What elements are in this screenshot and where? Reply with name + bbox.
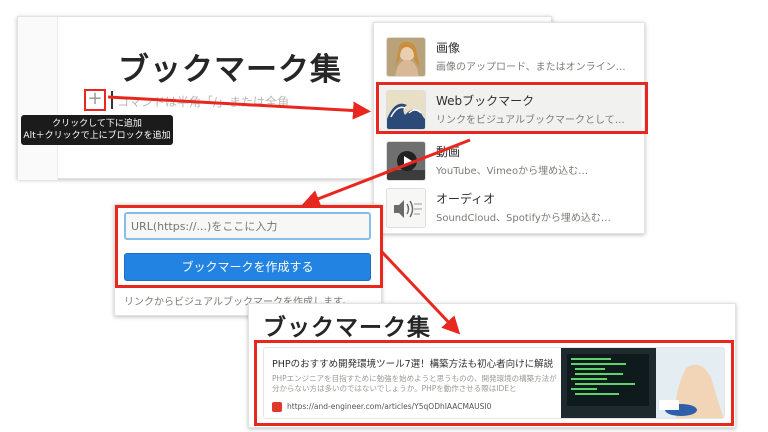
- create-bookmark-button[interactable]: ブックマークを作成する: [124, 253, 371, 281]
- bookmark-card-image: [561, 348, 724, 418]
- site-favicon-icon: [272, 402, 282, 412]
- painting-thumbnail: [386, 37, 426, 77]
- bookmark-card-url: https://and-engineer.com/articles/Y5qODh…: [287, 402, 492, 411]
- bookmark-card-title: PHPのおすすめ開発環境ツール7選！構築方法も初心者向けに解説: [272, 359, 554, 370]
- menu-item-desc: YouTube、Vimeoから埋め込む…: [436, 166, 589, 177]
- menu-item-label: 動画: [436, 145, 461, 159]
- menu-item-label: オーディオ: [436, 192, 496, 206]
- tooltip-line-1: クリックして下に追加: [52, 119, 142, 129]
- bookmark-card-description: PHPエンジニアを目指すために勉強を始めようと思うものの、開発環境の構築方法が分…: [272, 374, 557, 393]
- plus-highlight-box: [84, 89, 106, 111]
- menu-item-video[interactable]: 動画 YouTube、Vimeoから埋め込む…: [380, 137, 642, 185]
- add-block-tooltip: クリックして下に追加 Alt＋クリックで上にブロックを追加: [21, 115, 173, 145]
- video-play-thumbnail: [386, 141, 426, 181]
- block-menu: 画像 画像のアップロード、またはオンライン… Webブックマーク リンクをビジュ…: [373, 22, 648, 234]
- bookmark-card[interactable]: PHPのおすすめ開発環境ツール7選！構築方法も初心者向けに解説 PHPエンジニア…: [263, 347, 725, 419]
- tooltip-line-2: Alt＋クリックで上にブロックを追加: [23, 131, 171, 141]
- menu-item-image[interactable]: 画像 画像のアップロード、またはオンライン…: [380, 33, 642, 81]
- menu-item-label: 画像: [436, 41, 461, 55]
- menu-item-audio[interactable]: オーディオ SoundCloud、Spotifyから埋め込む…: [380, 184, 642, 232]
- text-caret: [111, 91, 113, 109]
- editor-left-strip: [18, 17, 58, 180]
- block-placeholder[interactable]: コマンドは半角「/」または全角: [117, 93, 289, 110]
- url-input[interactable]: [124, 212, 371, 240]
- bookmark-highlight-box: [376, 82, 648, 134]
- page-title: ブックマーク集: [263, 315, 431, 341]
- page-title: ブックマーク集: [118, 52, 342, 88]
- speaker-thumbnail: [386, 188, 426, 228]
- bookmark-form: ブックマークを作成する リンクからビジュアルブックマークを作成します。: [114, 204, 383, 316]
- result-panel: ブックマーク集 PHPのおすすめ開発環境ツール7選！構築方法も初心者向けに解説 …: [248, 303, 736, 428]
- menu-item-desc: 画像のアップロード、またはオンライン…: [436, 62, 626, 73]
- menu-item-desc: SoundCloud、Spotifyから埋め込む…: [436, 213, 611, 224]
